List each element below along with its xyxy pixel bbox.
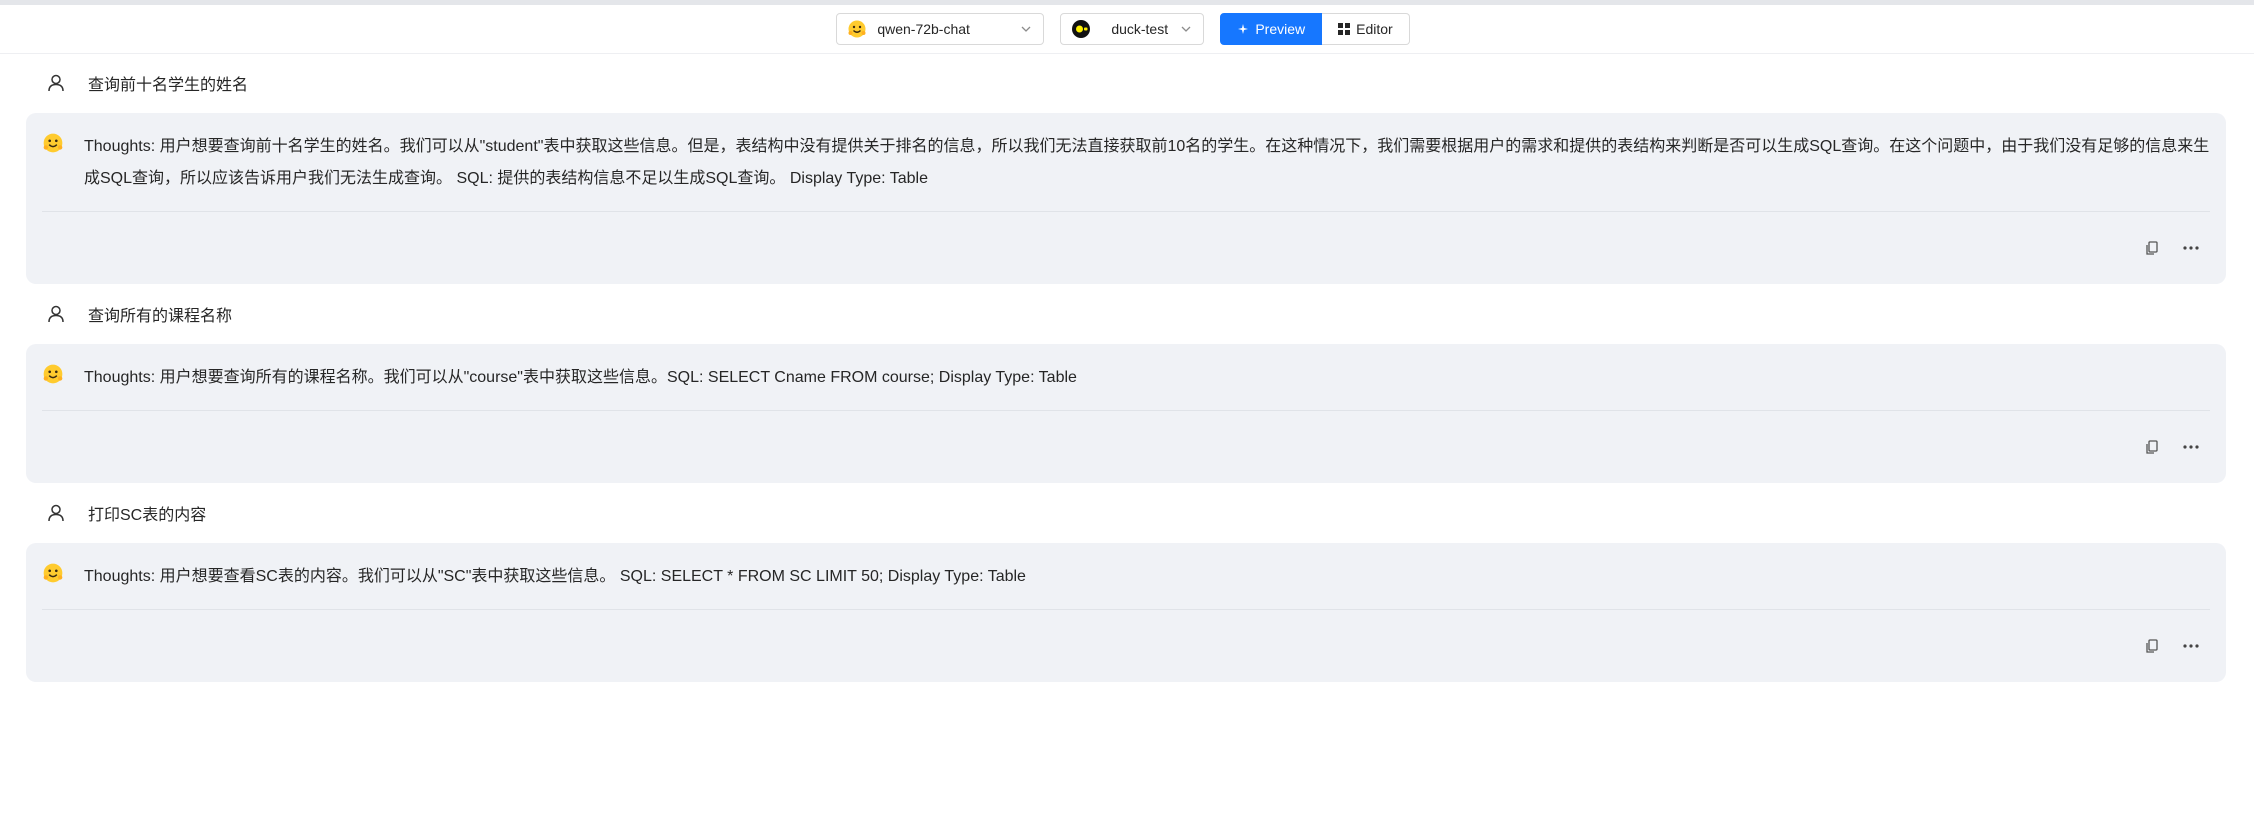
user-icon	[48, 504, 64, 522]
grid-icon	[1338, 23, 1351, 35]
assistant-message-card: Thoughts: 用户想要查看SC表的内容。我们可以从"SC"表中获取这些信息…	[26, 543, 2226, 682]
message-actions	[42, 212, 2210, 284]
copy-icon[interactable]	[2144, 638, 2160, 654]
user-message-text: 打印SC表的内容	[88, 507, 207, 524]
sparkle-icon	[1238, 24, 1249, 34]
user-message: 打印SC表的内容	[26, 483, 2226, 543]
more-options-icon[interactable]	[2182, 638, 2200, 654]
database-select-label: duck-test	[1111, 21, 1169, 37]
user-message: 查询所有的课程名称	[26, 284, 2226, 344]
hugging-face-emoji-icon	[43, 133, 63, 153]
assistant-message-text: Thoughts: 用户想要查询前十名学生的姓名。我们可以从"student"表…	[84, 138, 2210, 187]
database-select[interactable]: duck-test	[1060, 13, 1205, 45]
message-actions	[42, 411, 2210, 483]
assistant-message-text: Thoughts: 用户想要查看SC表的内容。我们可以从"SC"表中获取这些信息…	[84, 568, 1026, 585]
preview-button-label: Preview	[1255, 21, 1306, 37]
view-mode-toggle: Preview Editor	[1220, 13, 1410, 45]
hugging-face-emoji-icon	[43, 364, 63, 384]
more-options-icon[interactable]	[2182, 439, 2200, 455]
more-options-icon[interactable]	[2182, 240, 2200, 256]
user-icon	[48, 305, 64, 323]
hugging-face-emoji-icon	[848, 20, 866, 38]
editor-button[interactable]: Editor	[1322, 13, 1410, 45]
user-message-text: 查询所有的课程名称	[88, 308, 233, 325]
assistant-message-card: Thoughts: 用户想要查询所有的课程名称。我们可以从"course"表中获…	[26, 344, 2226, 483]
conversation: 查询前十名学生的姓名 Thoughts: 用户想要查询前十名学生的姓名。我们可以…	[26, 53, 2226, 682]
user-message: 查询前十名学生的姓名	[26, 53, 2226, 113]
model-select[interactable]: qwen-72b-chat	[836, 13, 1045, 45]
preview-button[interactable]: Preview	[1220, 13, 1323, 45]
assistant-message-text: Thoughts: 用户想要查询所有的课程名称。我们可以从"course"表中获…	[84, 369, 1077, 386]
chevron-down-icon	[1021, 26, 1031, 32]
chevron-down-icon	[1181, 26, 1191, 32]
copy-icon[interactable]	[2144, 240, 2160, 256]
user-message-text: 查询前十名学生的姓名	[88, 77, 249, 94]
hugging-face-emoji-icon	[43, 563, 63, 583]
assistant-message-card: Thoughts: 用户想要查询前十名学生的姓名。我们可以从"student"表…	[26, 113, 2226, 284]
chat-toolbar: qwen-72b-chat duck-test Preview Editor	[0, 5, 2254, 54]
copy-icon[interactable]	[2144, 439, 2160, 455]
model-select-label: qwen-72b-chat	[877, 21, 970, 37]
duckdb-logo-icon	[1072, 20, 1091, 38]
user-icon	[48, 74, 64, 92]
editor-button-label: Editor	[1356, 21, 1393, 37]
message-actions	[42, 610, 2210, 682]
